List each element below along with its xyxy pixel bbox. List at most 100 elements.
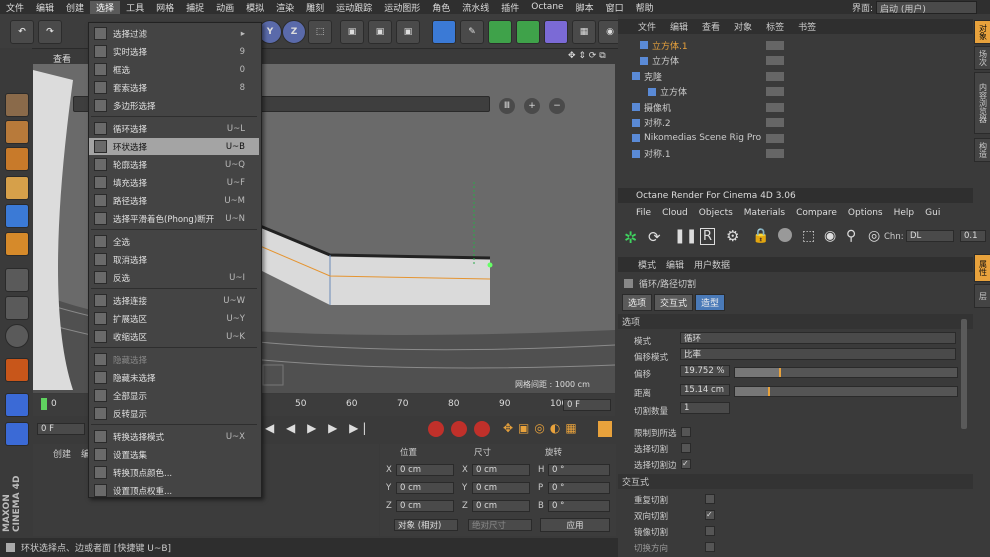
coords-size-mode-select[interactable]: 绝对尺寸 [468,519,532,531]
render-view-icon[interactable]: ▣ [340,20,364,44]
timeline-layout-icon[interactable] [598,421,612,437]
subdivision-icon[interactable] [488,20,512,44]
select-menu-item[interactable]: 转换选择模式 U~X [89,428,259,445]
objects-menu-item[interactable]: 文件 [638,20,656,33]
offset-field[interactable]: 19.752 % [680,365,730,377]
object-list-item[interactable]: 立方体 [618,85,973,99]
menubar-item[interactable]: 角色 [426,1,456,14]
octane-logo-icon[interactable]: ✲ [624,228,637,247]
mirror-cut-checkbox[interactable] [705,526,715,536]
floor-icon[interactable]: ▦ [572,20,596,44]
attributes-tab[interactable]: 选项 [622,294,653,311]
octane-menu-item[interactable]: Objects [699,208,733,218]
attributes-scrollbar[interactable] [961,319,967,429]
select-menu-item[interactable]: 隐藏未选择 [89,369,259,386]
model-mode-icon[interactable] [5,93,29,117]
hud-plus-icon[interactable]: + [524,98,540,114]
hud-minus-icon[interactable]: − [549,98,565,114]
octane-pick-icon[interactable]: ◉ [824,228,836,244]
octane-channel-value[interactable]: 0.1 [960,230,986,242]
side-tab[interactable]: 属性 [974,254,990,282]
record-icon[interactable] [428,421,444,437]
menubar-item[interactable]: 插件 [495,1,525,14]
octane-lock-icon[interactable]: 🔒 [752,228,769,244]
distance-slider[interactable] [734,386,958,397]
material-menu-create[interactable]: 创建 [53,447,71,460]
cut-direction-checkbox[interactable] [705,542,715,552]
edges-mode-icon[interactable] [5,204,29,228]
select-menu-item[interactable]: 设置选集 [89,446,259,463]
select-menu-item[interactable]: 反选 U~I [89,269,259,286]
select-menu-item[interactable]: 填充选择 U~F [89,174,259,191]
object-list-item[interactable]: 摄像机 [618,100,973,114]
select-menu-item[interactable]: 环状选择 U~B [89,138,259,155]
select-menu-item[interactable]: 选择平滑着色(Phong)断开 U~N [89,210,259,227]
object-visibility-toggle[interactable] [766,133,784,143]
pen-icon[interactable]: ✎ [460,20,484,44]
offset-mode-select[interactable]: 比率 [680,348,956,360]
octane-menu-item[interactable]: Cloud [662,208,688,218]
current-frame-field[interactable]: 0 F [37,423,85,435]
octane-menu-item[interactable]: Gui [925,208,940,218]
menubar-item[interactable]: 选择 [90,0,121,14]
octane-menu-item[interactable]: Options [848,208,883,218]
object-list-item[interactable]: 对称.2 [618,116,973,130]
objects-menu-item[interactable]: 书签 [798,20,816,33]
coords-rot-field[interactable]: 0 ° [548,464,610,476]
select-menu-item[interactable]: 设置顶点权重... [89,482,259,499]
menubar-item[interactable]: 渲染 [270,1,300,14]
menubar-item[interactable]: 运动跟踪 [330,1,378,14]
menubar-item[interactable]: 流水线 [456,1,495,14]
object-visibility-toggle[interactable] [766,118,784,127]
menubar-item[interactable]: 捕捉 [180,1,210,14]
coords-pos-field[interactable]: 0 cm [396,482,454,494]
menubar-item[interactable]: Octane [525,2,569,12]
octane-focus-icon[interactable]: ◎ [868,228,880,244]
select-menu-item[interactable]: 选择过滤 ▸ [89,25,259,42]
side-tab[interactable]: 层 [974,284,990,308]
octane-menu-item[interactable]: File [636,208,651,218]
cut-count-field[interactable]: 1 [680,402,730,414]
select-menu-item[interactable]: 框选 0 [89,61,259,78]
menubar-item[interactable]: 运动图形 [378,1,426,14]
select-menu-item[interactable]: 套索选择 8 [89,79,259,96]
object-visibility-toggle[interactable] [766,102,784,112]
limit-checkbox[interactable] [681,427,691,437]
select-menu-item[interactable]: 循环选择 U~L [89,120,259,137]
object-visibility-toggle[interactable] [766,87,784,96]
menubar-item[interactable]: 脚本 [570,1,600,14]
select-menu-item[interactable]: 选择连接 U~W [89,292,259,309]
workplane-icon[interactable] [5,147,29,171]
coords-pos-field[interactable]: 0 cm [396,500,454,512]
side-tab[interactable]: 构造 [974,138,990,162]
object-list-item[interactable]: 对称.1 [618,147,973,161]
coords-mode-select[interactable]: 对象 (相对) [394,519,458,531]
attributes-menu-item[interactable]: 模式 [638,258,656,271]
coords-size-field[interactable]: 0 cm [472,482,530,494]
double-cut-checkbox[interactable]: ✓ [705,510,715,520]
side-tab[interactable]: 内容浏览器 [974,72,990,134]
timeline-end-field[interactable]: 0 F [563,399,611,411]
viewport-tab-view[interactable]: 查看 [53,52,71,65]
autokey-icon[interactable] [451,421,467,437]
points-mode-icon[interactable] [5,176,29,200]
attributes-tab[interactable]: 交互式 [654,294,694,311]
object-visibility-toggle[interactable] [766,40,784,50]
select-menu-item[interactable]: 反转显示 [89,405,259,422]
coords-rot-field[interactable]: 0 ° [548,482,610,494]
redo-icon[interactable]: ↷ [38,20,62,44]
menubar-item[interactable]: 雕刻 [300,1,330,14]
coords-rot-field[interactable]: 0 ° [548,500,610,512]
select-menu-item[interactable]: 轮廓选择 U~Q [89,156,259,173]
cloner-icon[interactable] [516,20,540,44]
side-tab[interactable]: 场次 [974,46,990,70]
polygons-mode-icon[interactable] [5,232,29,256]
tweak-icon[interactable] [5,296,29,320]
attributes-menu-item[interactable]: 编辑 [666,258,684,271]
cube-icon[interactable] [432,20,456,44]
octane-pin-icon[interactable]: ⚲ [846,228,856,244]
select-menu-item[interactable]: 收缩选区 U~K [89,328,259,345]
octane-menu-item[interactable]: Compare [796,208,837,218]
attributes-menu-item[interactable]: 用户数据 [694,258,730,271]
select-menu-item[interactable]: 扩展选区 U~Y [89,310,259,327]
